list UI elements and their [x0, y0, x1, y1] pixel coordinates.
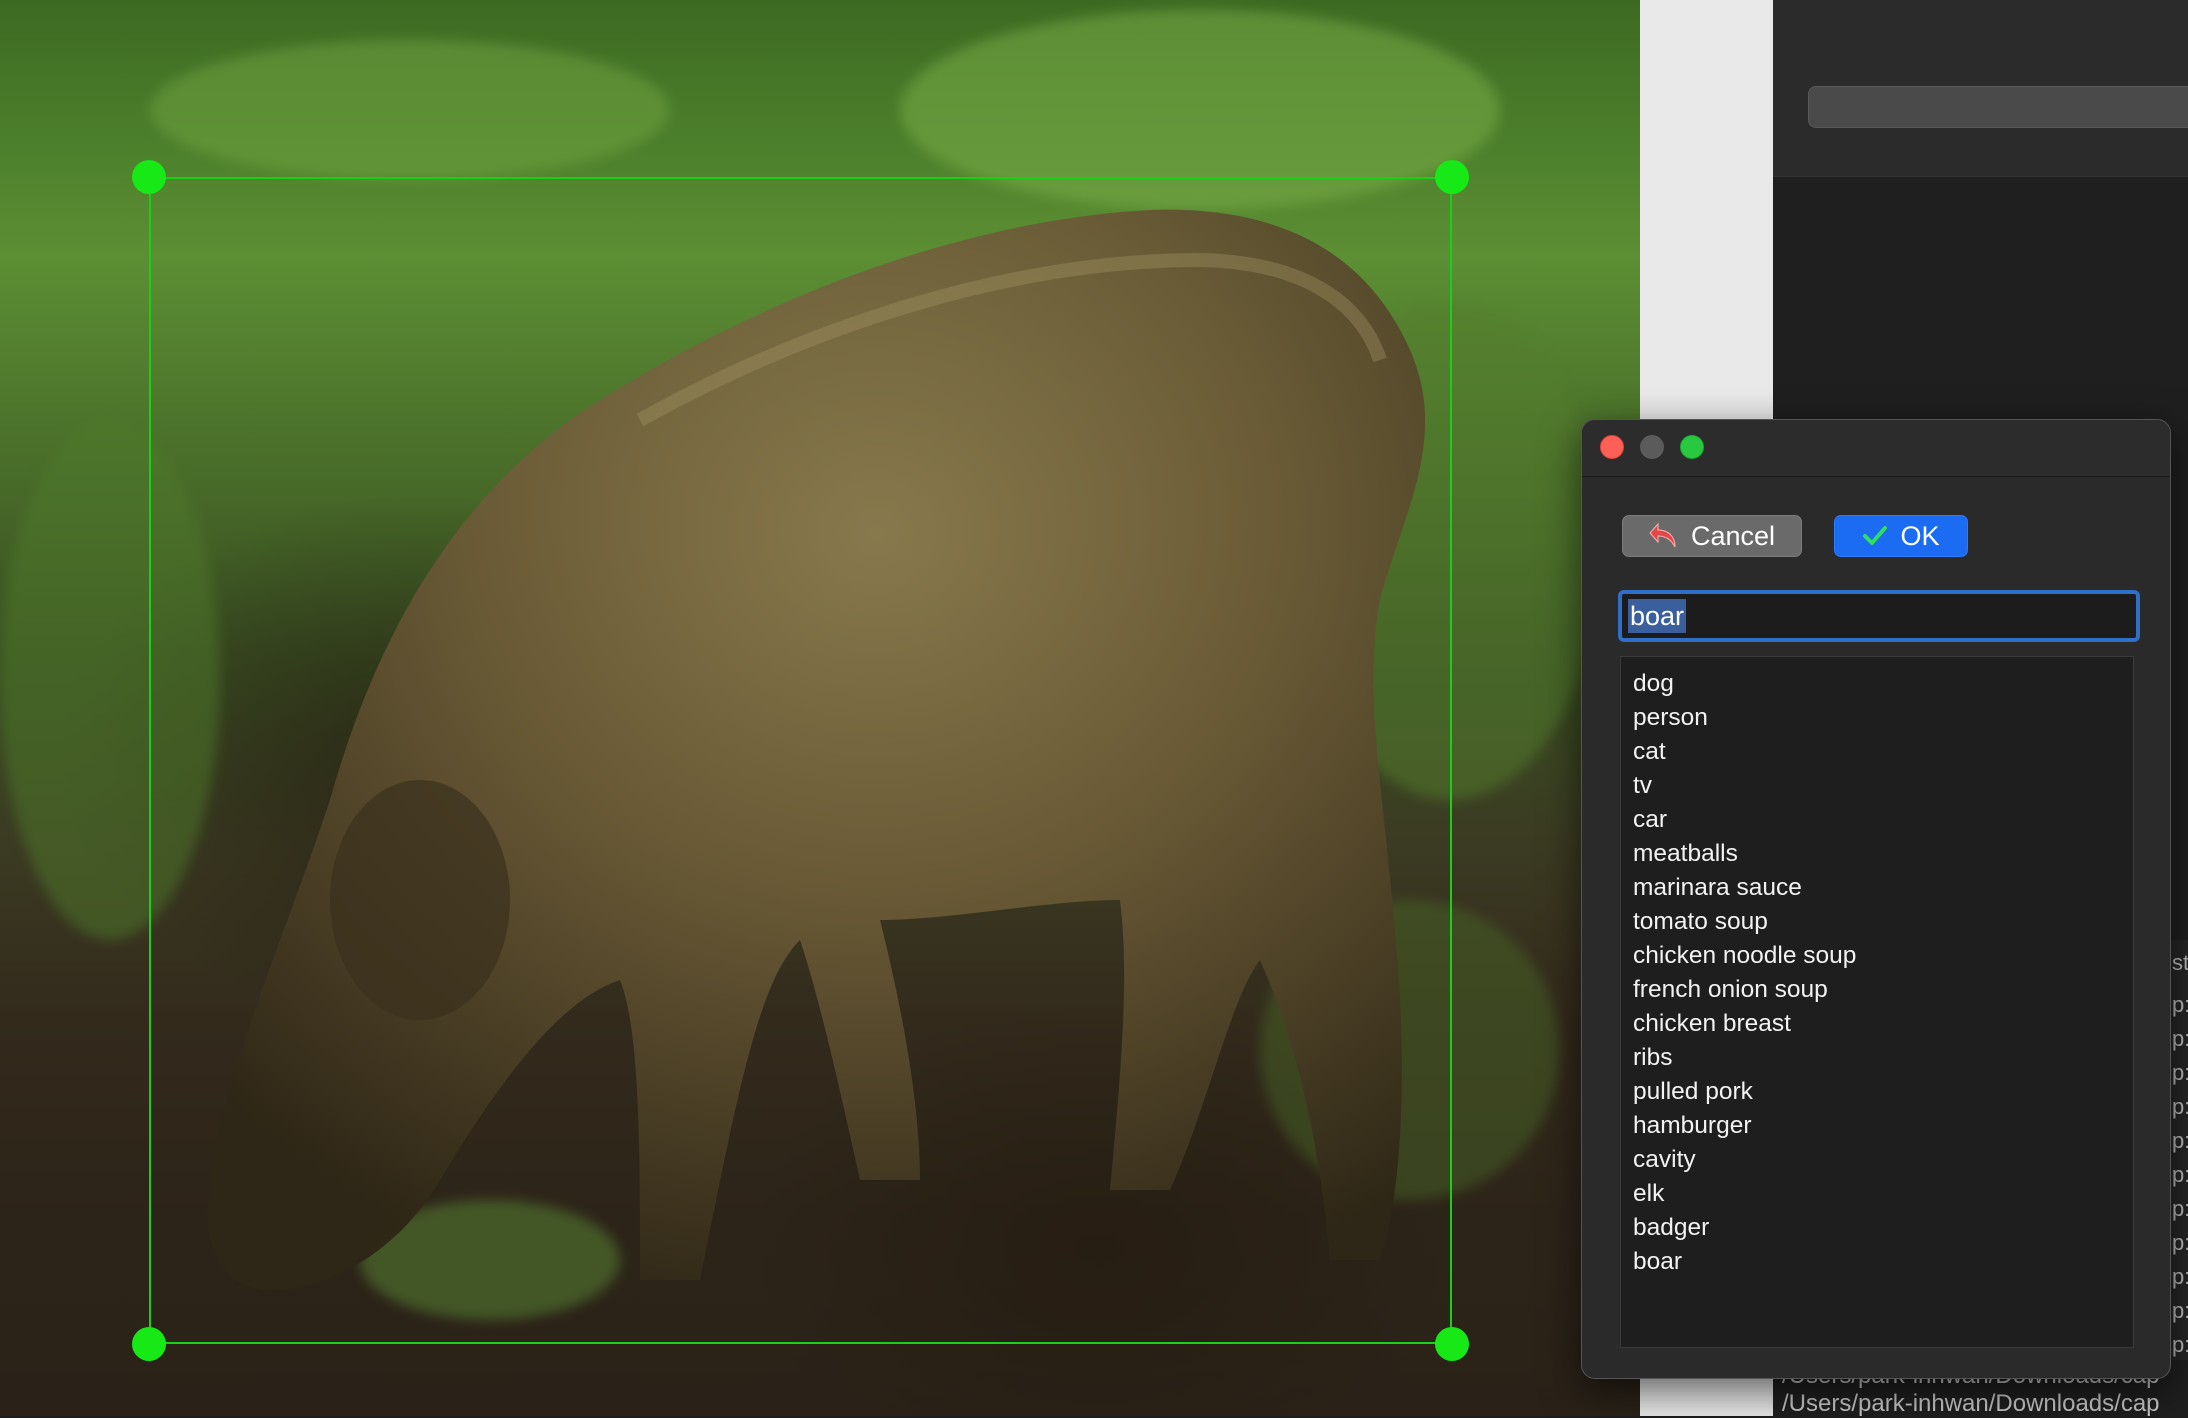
edge-text: p:	[2172, 1128, 2188, 1153]
list-item[interactable]: car	[1633, 803, 2133, 837]
file-path-line: /Users/park-inhwan/Downloads/cap	[1782, 1390, 2160, 1417]
list-item[interactable]: chicken breast	[1633, 1007, 2133, 1041]
label-input[interactable]: boar	[1618, 590, 2140, 642]
dialog-titlebar[interactable]	[1582, 420, 2170, 477]
bbox-handle-bottom-left[interactable]	[132, 1327, 166, 1361]
bbox-handle-top-right[interactable]	[1435, 160, 1469, 194]
ok-button[interactable]: OK	[1834, 515, 1968, 557]
cancel-label: Cancel	[1690, 520, 1776, 551]
label-dialog: Cancel OK boar dog person cat tv car mea…	[1581, 419, 2171, 1379]
edge-text: p:	[2172, 1264, 2188, 1289]
list-item[interactable]: hamburger	[1633, 1109, 2133, 1143]
list-item[interactable]: boar	[1633, 1245, 2133, 1279]
close-window-button[interactable]	[1600, 435, 1624, 459]
list-item[interactable]: elk	[1633, 1177, 2133, 1211]
edge-text: p:	[2172, 1298, 2188, 1323]
edge-text: p:	[2172, 1196, 2188, 1221]
image-canvas[interactable]	[0, 0, 1640, 1416]
edge-text: p:	[2172, 1026, 2188, 1051]
label-input-value: boar	[1628, 599, 1687, 633]
right-panel-search-field[interactable]	[1808, 86, 2188, 128]
label-list[interactable]: dog person cat tv car meatballs marinara…	[1620, 656, 2134, 1348]
list-item[interactable]: tomato soup	[1633, 905, 2133, 939]
undo-arrow-icon	[1649, 522, 1676, 548]
list-item[interactable]: meatballs	[1633, 837, 2133, 871]
edge-text: p:	[2172, 1230, 2188, 1255]
checkmark-icon	[1863, 526, 1888, 545]
list-item[interactable]: badger	[1633, 1211, 2133, 1245]
list-item[interactable]: french onion soup	[1633, 973, 2133, 1007]
edge-text: p:	[2172, 1162, 2188, 1187]
list-item[interactable]: dog	[1633, 667, 2133, 701]
list-item[interactable]: marinara sauce	[1633, 871, 2133, 905]
edge-text: p:	[2172, 992, 2188, 1017]
edge-text: p:	[2172, 1094, 2188, 1119]
list-item[interactable]: ribs	[1633, 1041, 2133, 1075]
minimize-window-button[interactable]	[1640, 435, 1664, 459]
ok-label: OK	[1900, 520, 1940, 551]
zoom-window-button[interactable]	[1680, 435, 1704, 459]
edge-text: st	[2172, 950, 2188, 975]
list-item[interactable]: tv	[1633, 769, 2133, 803]
edge-text: p:	[2172, 1060, 2188, 1085]
bbox-handle-bottom-right[interactable]	[1435, 1327, 1469, 1361]
edge-text: p:	[2172, 1332, 2188, 1357]
list-item[interactable]: cavity	[1633, 1143, 2133, 1177]
cancel-button[interactable]: Cancel	[1622, 515, 1802, 557]
bounding-box[interactable]	[149, 177, 1452, 1344]
list-item[interactable]: pulled pork	[1633, 1075, 2133, 1109]
list-item[interactable]: cat	[1633, 735, 2133, 769]
list-item[interactable]: chicken noodle soup	[1633, 939, 2133, 973]
bbox-handle-top-left[interactable]	[132, 160, 166, 194]
list-item[interactable]: person	[1633, 701, 2133, 735]
